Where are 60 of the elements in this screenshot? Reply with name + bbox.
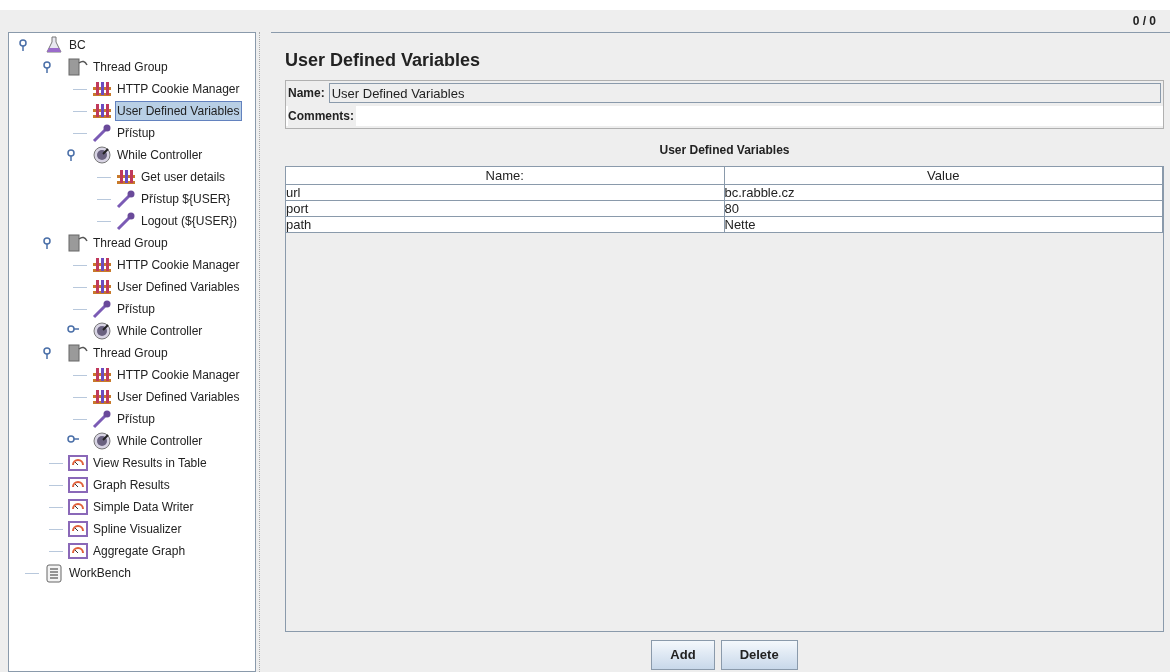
tree-item[interactable]: Přístup: [115, 123, 157, 143]
tree-item[interactable]: Graph Results: [91, 475, 172, 495]
tree-item[interactable]: Thread Group: [91, 233, 170, 253]
table-cell: path: [286, 217, 725, 233]
pipette-icon: [116, 211, 136, 231]
action-button[interactable]: Add: [651, 640, 715, 670]
tree-item[interactable]: Aggregate Graph: [91, 541, 188, 561]
spool-icon: [67, 234, 89, 252]
tree-item[interactable]: Get user details: [139, 167, 228, 187]
gauge-icon: [68, 521, 88, 537]
test-tube-rack-icon: [116, 169, 136, 185]
tree-item[interactable]: WorkBench: [67, 563, 133, 583]
panel-title: User Defined Variables: [285, 49, 482, 72]
spool-icon: [67, 58, 89, 76]
tree-item[interactable]: Přístup ${USER}: [139, 189, 233, 209]
tree-item[interactable]: While Controller: [115, 321, 205, 341]
tree-item[interactable]: While Controller: [115, 145, 205, 165]
dial-icon: [93, 146, 111, 164]
test-tube-rack-icon: [92, 279, 112, 295]
table-cell: Nette: [724, 217, 1163, 233]
dial-icon: [93, 322, 111, 340]
gauge-icon: [68, 499, 88, 515]
pipette-icon: [116, 189, 136, 209]
table-title: User Defined Variables: [658, 142, 791, 159]
tree-item[interactable]: HTTP Cookie Manager: [115, 365, 242, 385]
spool-icon: [67, 344, 89, 362]
tree-item[interactable]: Logout (${USER}): [139, 211, 240, 231]
test-tube-rack-icon: [92, 367, 112, 383]
tree-item[interactable]: User Defined Variables: [115, 101, 242, 121]
tree-item[interactable]: Přístup: [115, 299, 157, 319]
tree-item[interactable]: While Controller: [115, 431, 205, 451]
tree-item[interactable]: Thread Group: [91, 57, 170, 77]
test-tube-rack-icon: [92, 81, 112, 97]
test-tube-rack-icon: [92, 389, 112, 405]
tree-item[interactable]: Přístup: [115, 409, 157, 429]
test-tube-rack-icon: [92, 257, 112, 273]
pipette-icon: [92, 123, 112, 143]
pipette-icon: [92, 409, 112, 429]
name-field[interactable]: User Defined Variables: [328, 83, 1161, 103]
tree-item[interactable]: User Defined Variables: [115, 277, 242, 297]
gauge-icon: [68, 543, 88, 559]
tree-item[interactable]: User Defined Variables: [115, 387, 242, 407]
tree-item[interactable]: BC: [67, 35, 88, 55]
pipette-icon: [92, 299, 112, 319]
dial-icon: [93, 432, 111, 450]
tree-item[interactable]: HTTP Cookie Manager: [115, 255, 242, 275]
counter: 0 / 0: [1132, 13, 1156, 30]
field-label: Name:: [288, 85, 325, 102]
test-tube-rack-icon: [92, 103, 112, 119]
clipboard-icon: [46, 563, 62, 583]
field-label: Comments:: [288, 106, 356, 126]
gauge-icon: [68, 477, 88, 493]
action-button[interactable]: Delete: [720, 640, 798, 670]
flask-icon: [46, 36, 62, 54]
tree-item[interactable]: Thread Group: [91, 343, 170, 363]
gauge-icon: [68, 455, 88, 471]
tree-item[interactable]: Simple Data Writer: [91, 497, 196, 517]
tree-item[interactable]: View Results in Table: [91, 453, 209, 473]
tree-item[interactable]: Spline Visualizer: [91, 519, 184, 539]
tree-item[interactable]: HTTP Cookie Manager: [115, 79, 242, 99]
